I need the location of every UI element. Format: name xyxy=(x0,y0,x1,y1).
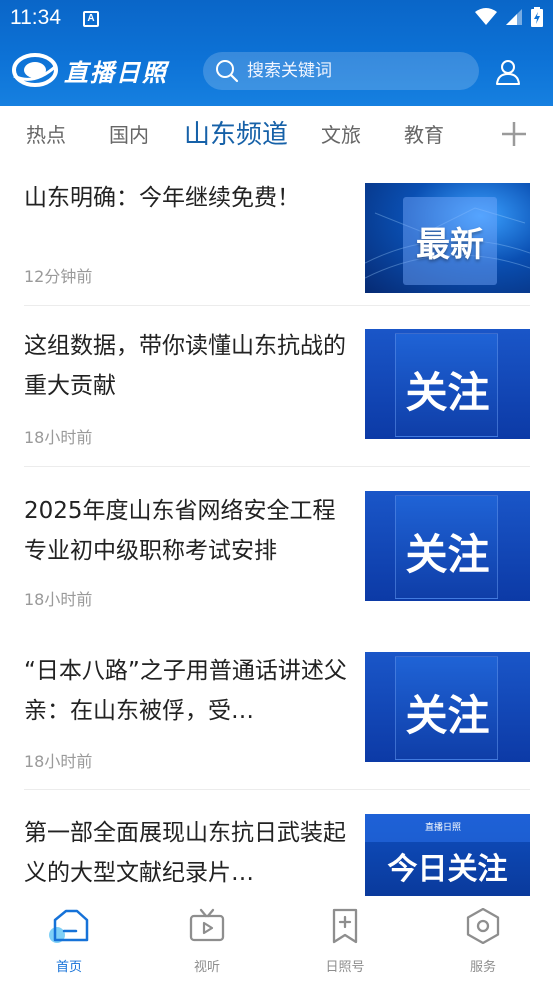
list-divider xyxy=(24,466,530,467)
system-icons xyxy=(475,7,543,27)
app-logo[interactable]: 直播日照 xyxy=(12,52,168,88)
logo-icon xyxy=(12,53,58,87)
news-time: 18小时前 xyxy=(24,590,93,609)
news-thumbnail: 最新 xyxy=(365,183,530,293)
news-thumbnail: 关注 xyxy=(365,491,530,601)
add-channel-icon[interactable] xyxy=(500,120,528,148)
home-icon xyxy=(49,909,89,943)
top-navigation: 直播日照 xyxy=(0,38,553,106)
tab-domestic[interactable]: 国内 xyxy=(109,119,149,148)
thumbnail-logo-text: 直播日照 xyxy=(425,823,462,833)
tv-icon xyxy=(189,908,225,942)
news-time: 18小时前 xyxy=(24,428,93,447)
status-time: 11:34 xyxy=(10,6,61,29)
news-title: 2025年度山东省网络安全工程专业初中级职称考试安排 xyxy=(24,498,336,564)
thumbnail-badge: 今日关注 xyxy=(387,852,508,887)
user-icon[interactable] xyxy=(494,58,522,86)
news-title: 山东明确：今年继续免费！ xyxy=(24,185,300,211)
thumbnail-badge: 关注 xyxy=(405,368,490,417)
news-title: “日本八路”之子用普通话讲述父亲：在山东被俘，受… xyxy=(24,658,347,724)
tab-hot[interactable]: 热点 xyxy=(26,119,66,148)
nav-label: 首页 xyxy=(55,960,82,975)
notification-icon: A xyxy=(83,11,99,27)
status-bar: 11:34 A xyxy=(0,0,553,38)
search-bar[interactable] xyxy=(203,52,479,90)
bottom-navigation: 首页 视听 日照号 服务 xyxy=(0,896,553,984)
list-divider xyxy=(24,305,530,306)
list-divider xyxy=(24,789,530,790)
news-title: 这组数据，带你读懂山东抗战的重大贡献 xyxy=(24,333,346,399)
logo-text: 直播日照 xyxy=(64,57,168,87)
nav-label: 视听 xyxy=(193,960,220,975)
thumbnail-badge: 关注 xyxy=(405,691,490,740)
battery-icon xyxy=(531,7,543,27)
tab-shandong[interactable]: 山东频道 xyxy=(184,114,288,151)
tab-culture-travel[interactable]: 文旅 xyxy=(321,119,361,148)
hexagon-icon xyxy=(466,907,500,945)
nav-home[interactable]: 首页 xyxy=(29,908,109,975)
search-input[interactable] xyxy=(247,61,467,81)
tab-education[interactable]: 教育 xyxy=(404,119,444,148)
nav-label: 日照号 xyxy=(325,960,365,975)
news-thumbnail: 直播日照 今日关注 xyxy=(365,814,530,896)
nav-label: 服务 xyxy=(469,960,496,975)
wifi-icon xyxy=(475,8,497,25)
nav-rizhao-account[interactable]: 日照号 xyxy=(305,908,385,975)
nav-video[interactable]: 视听 xyxy=(167,908,247,975)
app-header: 11:34 A 直播日照 xyxy=(0,0,553,106)
channel-tabs: 热点 国内 山东频道 文旅 教育 xyxy=(0,106,553,162)
signal-icon xyxy=(506,9,522,25)
news-time: 18小时前 xyxy=(24,752,93,771)
bookmark-plus-icon xyxy=(332,908,358,944)
news-thumbnail: 关注 xyxy=(365,652,530,762)
thumbnail-badge: 最新 xyxy=(416,225,484,265)
news-title: 第一部全面展现山东抗日武装起义的大型文献纪录片… xyxy=(24,820,346,886)
nav-services[interactable]: 服务 xyxy=(443,907,523,975)
thumbnail-badge: 关注 xyxy=(405,530,490,579)
news-thumbnail: 关注 xyxy=(365,329,530,439)
search-icon xyxy=(216,60,239,83)
news-time: 12分钟前 xyxy=(24,267,93,286)
